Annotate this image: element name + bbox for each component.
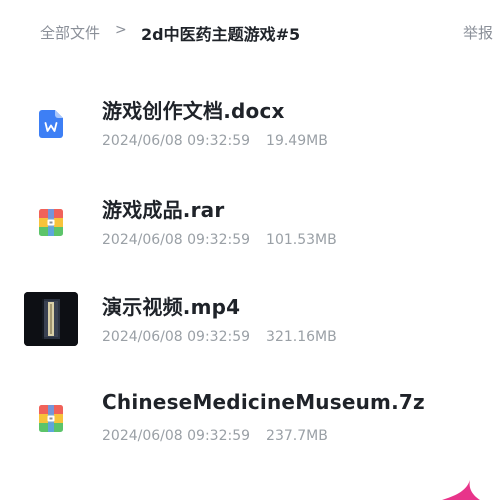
file-meta: 2024/06/08 09:32:59 101.53MB — [102, 232, 337, 248]
file-name: 游戏成品.rar — [102, 198, 225, 222]
file-name: 游戏创作文档.docx — [102, 99, 285, 123]
file-row[interactable]: 游戏成品.rar 2024/06/08 09:32:59 101.53MB — [0, 175, 500, 271]
file-size: 19.49MB — [266, 133, 328, 149]
archive-icon — [39, 405, 63, 432]
decorative-swoosh — [442, 480, 480, 500]
breadcrumb-current-folder: 2d中医药主题游戏#5 — [141, 25, 301, 44]
word-doc-icon — [39, 110, 63, 138]
file-row[interactable]: ChineseMedicineMuseum.7z 2024/06/08 09:3… — [0, 371, 500, 467]
report-button[interactable]: 举报 — [463, 22, 493, 43]
file-name: 演示视频.mp4 — [102, 295, 241, 319]
file-date: 2024/06/08 09:32:59 — [102, 133, 251, 149]
breadcrumb-root[interactable]: 全部文件 — [40, 22, 100, 43]
file-row[interactable]: 游戏创作文档.docx 2024/06/08 09:32:59 19.49MB — [0, 76, 500, 172]
file-size: 101.53MB — [266, 232, 337, 248]
file-meta: 2024/06/08 09:32:59 19.49MB — [102, 133, 328, 149]
file-size: 321.16MB — [266, 329, 337, 345]
file-share-page: 全部文件 > 2d中医药主题游戏#5 举报 游戏创作文档.docx 2024/0… — [0, 0, 500, 500]
file-meta: 2024/06/08 09:32:59 321.16MB — [102, 329, 337, 345]
file-size: 237.7MB — [266, 428, 328, 444]
video-thumbnail — [24, 292, 78, 346]
file-date: 2024/06/08 09:32:59 — [102, 232, 251, 248]
breadcrumb-separator: > — [115, 22, 127, 38]
file-meta: 2024/06/08 09:32:59 237.7MB — [102, 428, 328, 444]
book-icon — [24, 292, 78, 346]
file-name: ChineseMedicineMuseum.7z — [102, 390, 425, 414]
file-date: 2024/06/08 09:32:59 — [102, 428, 251, 444]
file-date: 2024/06/08 09:32:59 — [102, 329, 251, 345]
archive-icon — [39, 209, 63, 236]
header-bar: 全部文件 > 2d中医药主题游戏#5 举报 — [0, 0, 500, 62]
file-row[interactable]: 演示视频.mp4 2024/06/08 09:32:59 321.16MB — [0, 272, 500, 368]
